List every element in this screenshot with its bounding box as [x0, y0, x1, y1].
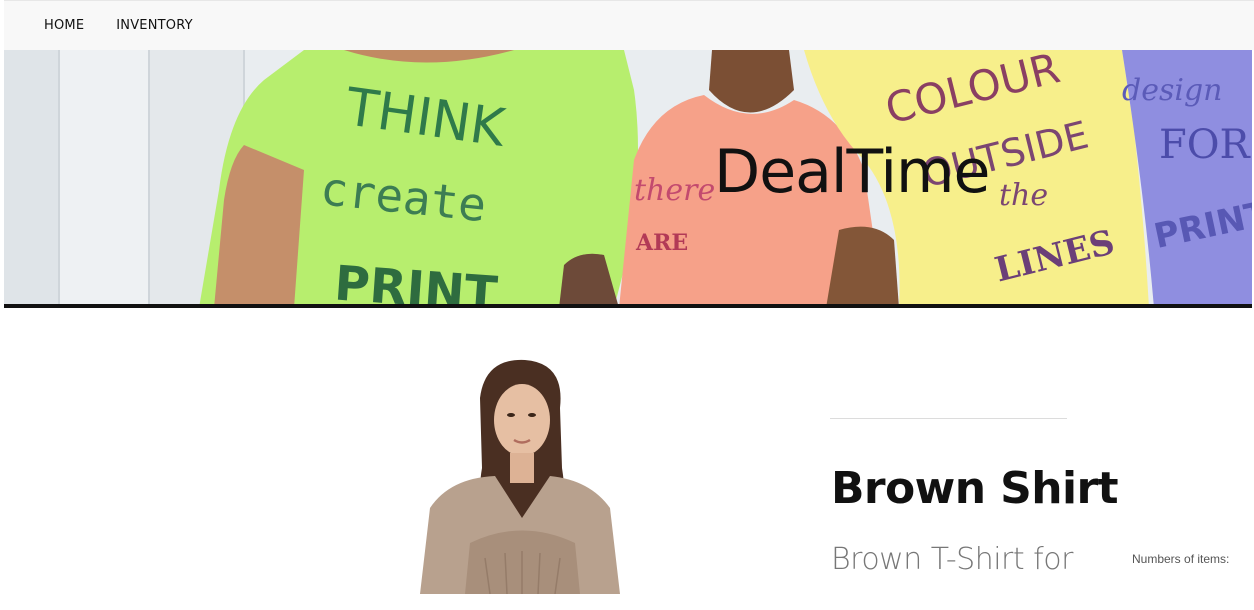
shirt-text-are: ARE [635, 230, 688, 256]
product-name: Brown Shirt [831, 463, 1119, 514]
top-navbar: HOME INVENTORY [4, 0, 1254, 50]
shirt-lettering: THINK create PRINT there ARE COLOUR OUTS… [318, 50, 1252, 308]
shirt-text-lines: LINES [991, 222, 1118, 290]
shirt-text-print: PRINT [333, 256, 500, 308]
shirt-text-colour: COLOUR [881, 50, 1065, 134]
shirt-text-create: create [318, 161, 489, 232]
shirt-text-the: the [999, 178, 1048, 213]
product-image [410, 358, 630, 594]
nav-inventory-link[interactable]: INVENTORY [116, 18, 193, 33]
shirt-text-think: THINK [341, 77, 510, 159]
product-description: Brown T-Shirt for [831, 542, 1073, 577]
shirt-text-design: design [1122, 73, 1222, 108]
quantity-label: Numbers of items: [1132, 552, 1230, 566]
title-divider [830, 418, 1067, 419]
shirt-text-print-2: PRINT [1151, 194, 1252, 257]
hero-title: DealTime [714, 137, 990, 207]
shirt-text-there: there [634, 173, 715, 208]
shirt-text-for: FOR [1159, 122, 1252, 168]
product-detail: Brown Shirt Brown T-Shirt for Numbers of… [0, 308, 1254, 610]
nav-home-link[interactable]: HOME [44, 18, 84, 33]
hero-banner: THINK create PRINT there ARE COLOUR OUTS… [4, 50, 1252, 308]
model-photo [410, 358, 630, 594]
